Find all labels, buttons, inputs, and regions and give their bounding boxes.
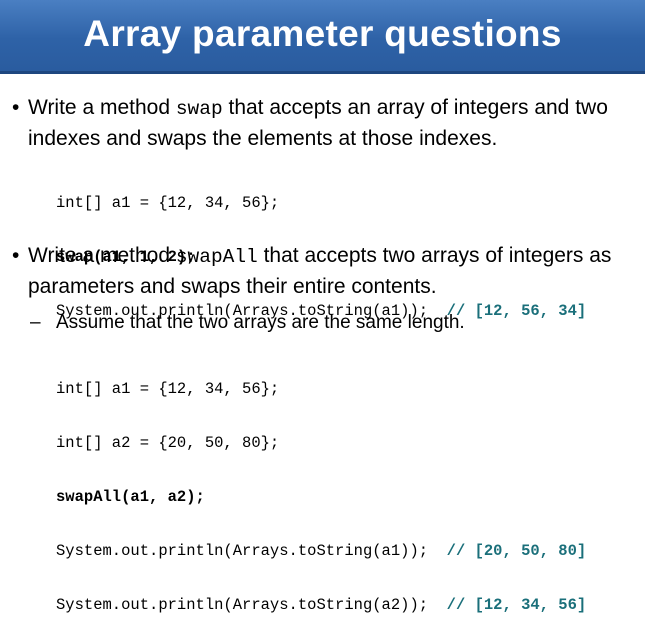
code-block-swapall: int[] a1 = {12, 34, 56}; int[] a2 = {20,… (56, 344, 586, 632)
sub-bullet-marker: – (30, 312, 41, 333)
code-line-print: System.out.println(Arrays.toString(a1));… (56, 542, 586, 560)
bullet-marker: • (12, 96, 20, 119)
bullet-swapall-text: Write a method swapAll that accepts two … (28, 241, 635, 302)
code-line: int[] a1 = {12, 34, 56}; (56, 380, 280, 398)
bullet-marker: • (12, 244, 20, 267)
code-print-statement: System.out.println(Arrays.toString(a1)); (56, 542, 429, 560)
code-print-statement: System.out.println(Arrays.toString(a2)); (56, 596, 429, 614)
bullet-swap-pre: Write a method (28, 96, 176, 119)
bullet-swapall-pre: Write a method (28, 244, 176, 267)
code-comment: // [12, 34, 56] (446, 596, 587, 614)
bullet-swap-code: swap (175, 98, 223, 120)
bullet-swapall: • Write a method swapAll that accepts tw… (10, 241, 635, 302)
code-line: int[] a2 = {20, 50, 80}; (56, 434, 280, 452)
code-line: int[] a1 = {12, 34, 56}; (56, 194, 280, 212)
code-line-print: System.out.println(Arrays.toString(a2));… (56, 596, 586, 614)
sub-bullet: – Assume that the two arrays are the same… (30, 310, 630, 336)
bullet-swap-text: Write a method swap that accepts an arra… (28, 93, 635, 154)
bullet-swapall-code: swapAll (175, 246, 258, 268)
code-line-call: swapAll(a1, a2); (56, 488, 205, 506)
title-bar: Array parameter questions (0, 0, 645, 74)
slide-title: Array parameter questions (83, 13, 562, 54)
sub-bullet-text: Assume that the two arrays are the same … (56, 312, 465, 333)
code-comment: // [20, 50, 80] (446, 542, 587, 560)
bullet-swap: • Write a method swap that accepts an ar… (10, 93, 635, 154)
